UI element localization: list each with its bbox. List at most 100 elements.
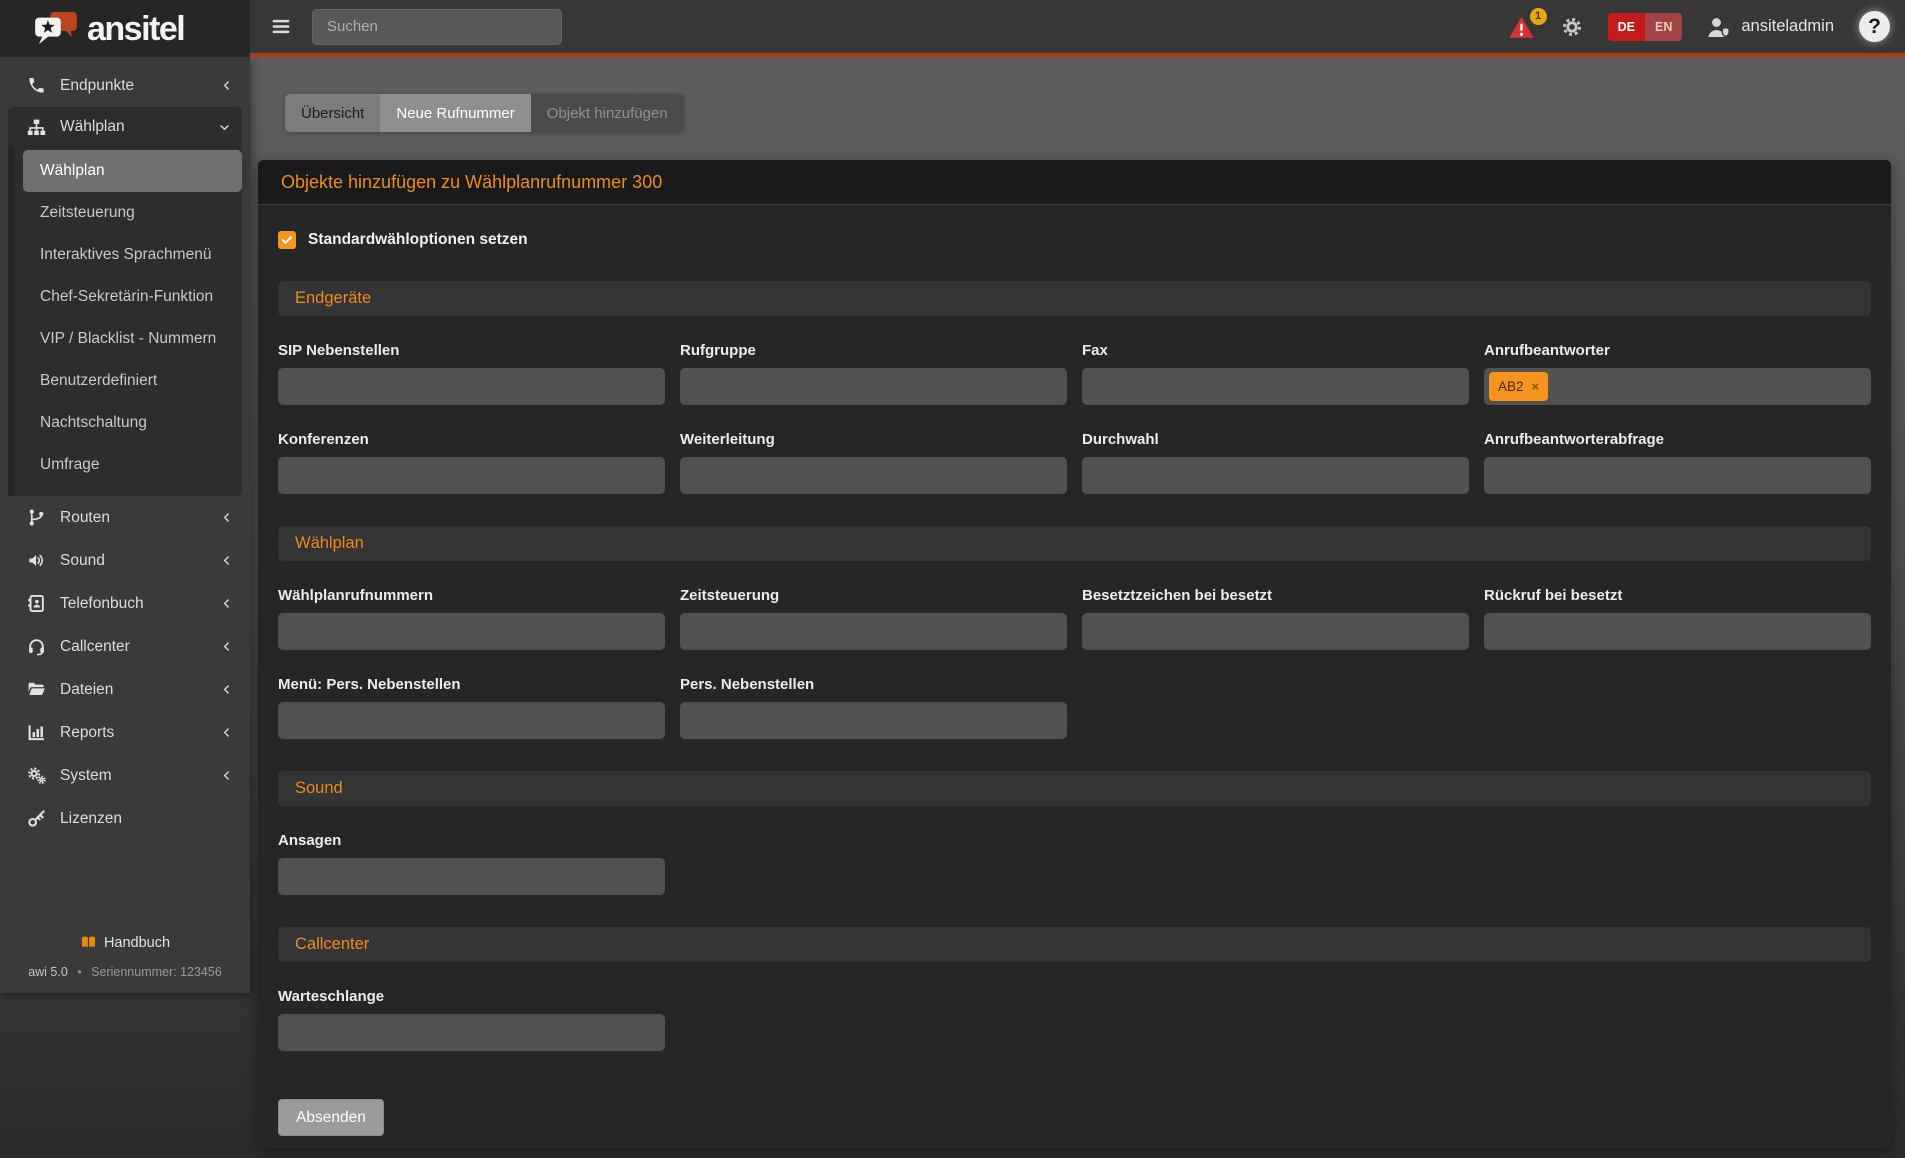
help-button[interactable]: ? — [1859, 11, 1890, 42]
sidebar-item-reports[interactable]: Reports — [0, 711, 250, 754]
anrufbeantworter-input[interactable]: AB2 × — [1484, 368, 1871, 405]
manual-link[interactable]: Handbuch — [80, 935, 170, 951]
field-label: Wählplanrufnummern — [278, 587, 434, 604]
submenu-label: Wählplan — [40, 162, 105, 179]
field-konferenzen: Konferenzen — [278, 405, 665, 494]
sidebar-item-dateien[interactable]: Dateien — [0, 668, 250, 711]
submenu-item-zeitsteuerung[interactable]: Zeitsteuerung — [23, 192, 242, 234]
separator-dot: • — [77, 965, 82, 979]
submenu-item-benutzerdefiniert[interactable]: Benutzerdefiniert — [23, 360, 242, 402]
brand-logo[interactable]: ansitel — [0, 0, 250, 57]
field-zeitsteuerung: Zeitsteuerung — [680, 561, 1067, 650]
address-book-icon — [27, 594, 46, 613]
field-warteschlange: Warteschlange — [278, 962, 665, 1051]
default-options-checkbox[interactable] — [278, 230, 296, 249]
zeitsteuerung-input[interactable] — [680, 613, 1067, 650]
section-header-callcenter: Callcenter — [278, 927, 1871, 962]
field-label: Weiterleitung — [680, 431, 775, 448]
section-title: Sound — [295, 779, 343, 797]
volume-icon — [27, 551, 46, 570]
submenu-label: Umfrage — [40, 456, 100, 473]
version-serial-line: awi 5.0 • Seriennummer: 123456 — [0, 965, 250, 979]
waehlplanrufnummern-input[interactable] — [278, 613, 665, 650]
rueckruf-input[interactable] — [1484, 613, 1871, 650]
sidebar-item-telefonbuch[interactable]: Telefonbuch — [0, 582, 250, 625]
submenu-item-chef-sekretaerin[interactable]: Chef-Sekretärin-Funktion — [23, 276, 242, 318]
field-label: Warteschlange — [278, 988, 385, 1005]
field-label: Ansagen — [278, 832, 342, 849]
alert-count-badge: 1 — [1529, 7, 1547, 25]
rufgruppe-input[interactable] — [680, 368, 1067, 405]
sidebar-item-label: System — [60, 766, 112, 784]
waehlplan-grid: Wählplanrufnummern Zeitsteuerung Besetzt… — [278, 561, 1871, 739]
sidebar-item-lizenzen[interactable]: Lizenzen — [0, 797, 250, 840]
submenu-label: VIP / Blacklist - Nummern — [40, 330, 217, 347]
pers-nebenstellen-input[interactable] — [680, 702, 1067, 739]
weiterleitung-input[interactable] — [680, 457, 1067, 494]
warteschlange-input[interactable] — [278, 1014, 665, 1051]
tag-remove-icon[interactable]: × — [1532, 379, 1540, 394]
submenu-item-nachtschaltung[interactable]: Nachtschaltung — [23, 402, 242, 444]
sidebar: Endpunkte Wählplan Wählplan Zeitsteuerun… — [0, 57, 250, 993]
besetztzeichen-input[interactable] — [1082, 613, 1469, 650]
sidebar-item-system[interactable]: System — [0, 754, 250, 797]
sidebar-item-label: Endpunkte — [60, 76, 135, 94]
sidebar-item-label: Dateien — [60, 680, 114, 698]
section-header-waehlplan: Wählplan — [278, 526, 1871, 561]
submenu-item-interaktives-sprachmenue[interactable]: Interaktives Sprachmenü — [23, 234, 242, 276]
topbar: ansitel 1 DE EN ansiteladmin — [0, 0, 1905, 57]
ansagen-input[interactable] — [278, 858, 665, 895]
submenu-label: Chef-Sekretärin-Funktion — [40, 288, 214, 305]
hamburger-menu-icon[interactable] — [271, 18, 291, 35]
field-ansagen: Ansagen — [278, 806, 665, 895]
chevron-left-icon — [221, 512, 232, 523]
submenu-item-umfrage[interactable]: Umfrage — [23, 444, 242, 486]
field-label: Besetztzeichen bei besetzt — [1082, 587, 1273, 604]
field-label: Rufgruppe — [680, 342, 756, 359]
topbar-actions: 1 DE EN ansiteladmin ? — [1508, 7, 1905, 42]
section-title: Wählplan — [295, 534, 364, 552]
chevron-left-icon — [221, 770, 232, 781]
alerts-button[interactable]: 1 — [1508, 7, 1547, 39]
user-menu[interactable]: ansiteladmin — [1707, 16, 1834, 38]
folder-open-icon — [27, 680, 46, 699]
panel-body: Standardwähloptionen setzen Endgeräte SI… — [258, 230, 1891, 1136]
fax-input[interactable] — [1082, 368, 1469, 405]
sidebar-item-label: Reports — [60, 723, 115, 741]
sidebar-item-routen[interactable]: Routen — [0, 496, 250, 539]
field-label: Konferenzen — [278, 431, 369, 448]
sidebar-item-callcenter[interactable]: Callcenter — [0, 625, 250, 668]
konferenzen-input[interactable] — [278, 457, 665, 494]
submenu-item-waehlplan[interactable]: Wählplan — [23, 150, 242, 192]
sidebar-item-waehlplan[interactable]: Wählplan — [8, 107, 242, 147]
search-input[interactable] — [312, 8, 562, 45]
endgeraete-grid: SIP Nebenstellen Rufgruppe Fax Anrufbean… — [278, 316, 1871, 494]
user-icon — [1707, 16, 1731, 38]
topbar-main: 1 DE EN ansiteladmin ? — [250, 0, 1905, 57]
app-root: ansitel 1 DE EN ansiteladmin — [0, 0, 1905, 1158]
lang-de-button[interactable]: DE — [1607, 12, 1645, 41]
sidebar-item-endpunkte[interactable]: Endpunkte — [0, 64, 250, 107]
submit-button[interactable]: Absenden — [278, 1099, 384, 1136]
settings-gear-icon[interactable] — [1561, 16, 1583, 38]
menue-pers-nebenstellen-input[interactable] — [278, 702, 665, 739]
field-pers-nebenstellen: Pers. Nebenstellen — [680, 650, 1067, 739]
sidebar-item-sound[interactable]: Sound — [0, 539, 250, 582]
submenu-label: Nachtschaltung — [40, 414, 147, 431]
anrufbeantworterabfrage-input[interactable] — [1484, 457, 1871, 494]
sidebar-footer: Handbuch awi 5.0 • Seriennummer: 123456 — [0, 935, 250, 980]
chevron-left-icon — [221, 727, 232, 738]
tab-neue-rufnummer[interactable]: Neue Rufnummer — [380, 94, 531, 132]
username: ansiteladmin — [1741, 17, 1834, 35]
sitemap-icon — [27, 118, 46, 137]
submenu-item-vip-blacklist[interactable]: VIP / Blacklist - Nummern — [23, 318, 242, 360]
sidebar-item-label: Callcenter — [60, 637, 130, 655]
version-label: awi 5.0 — [28, 965, 68, 979]
chevron-left-icon — [221, 555, 232, 566]
tab-uebersicht[interactable]: Übersicht — [285, 94, 381, 132]
lang-en-button[interactable]: EN — [1644, 12, 1683, 41]
panel-title: Objekte hinzufügen zu Wählplanrufnummer … — [281, 171, 663, 192]
sip-nebenstellen-input[interactable] — [278, 368, 665, 405]
durchwahl-input[interactable] — [1082, 457, 1469, 494]
submenu-label: Benutzerdefiniert — [40, 372, 158, 389]
